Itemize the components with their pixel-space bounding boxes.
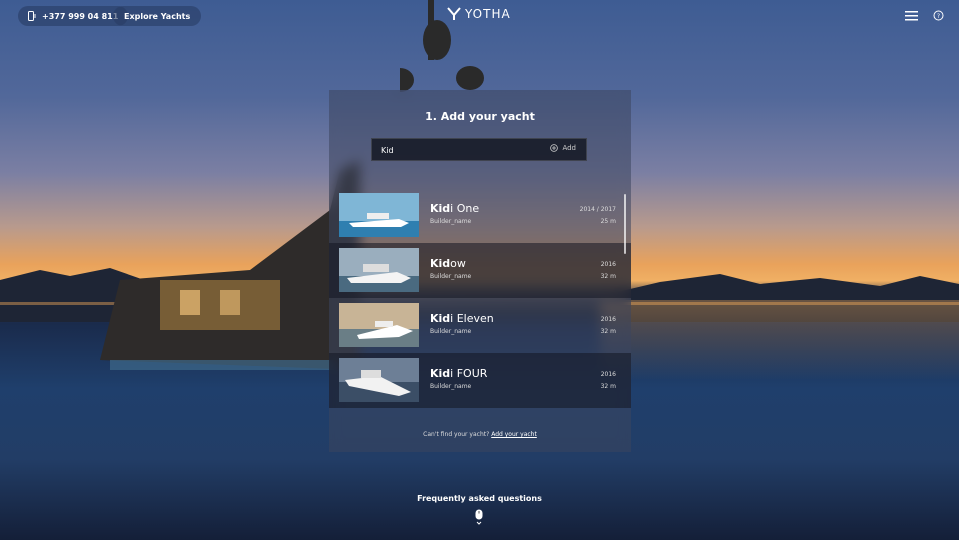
panel-title: 1. Add your yacht [425, 110, 535, 123]
yacht-builder: Builder_name [430, 383, 472, 390]
yacht-name: Kidi Eleven [430, 312, 494, 325]
cant-find-text: Can't find your yacht? [423, 431, 490, 438]
yacht-results-list: Kidi One Builder_name 2014 / 2017 25 m K… [329, 188, 631, 408]
yacht-thumbnail [339, 248, 419, 292]
yacht-search-input[interactable] [381, 143, 531, 157]
yacht-name: Kidi One [430, 202, 480, 215]
help-icon[interactable]: ? [933, 10, 944, 21]
yacht-year: 2014 / 2017 [579, 206, 616, 213]
yacht-result-row[interactable]: Kidi One Builder_name 2014 / 2017 25 m [329, 188, 631, 243]
yacht-builder: Builder_name [430, 328, 472, 335]
menu-icon[interactable] [905, 11, 918, 21]
cant-find-footer: Can't find your yacht? Add your yacht [329, 431, 631, 438]
phone-icon [28, 11, 36, 21]
add-your-yacht-link[interactable]: Add your yacht [491, 431, 537, 438]
yacht-length: 32 m [600, 383, 616, 390]
yacht-builder: Builder_name [430, 218, 472, 225]
yacht-year: 2016 [600, 371, 616, 378]
yacht-year: 2016 [600, 316, 616, 323]
faq-label[interactable]: Frequently asked questions [0, 494, 959, 503]
add-label: Add [562, 144, 576, 152]
yacht-builder: Builder_name [430, 273, 472, 280]
yacht-thumbnail [339, 303, 419, 347]
yacht-result-row[interactable]: Kidi Eleven Builder_name 2016 32 m [329, 298, 631, 353]
brand-name: YOTHA [465, 7, 511, 21]
yacht-search-box: Add [371, 138, 587, 161]
sunset-reflection [600, 300, 959, 380]
add-button[interactable]: Add [550, 144, 576, 152]
yacht-result-row[interactable]: Kidow Builder_name 2016 32 m [329, 243, 631, 298]
yacht-length: 32 m [600, 273, 616, 280]
yacht-silhouette [100, 160, 360, 370]
svg-text:?: ? [937, 13, 940, 20]
scroll-mouse-icon[interactable] [474, 509, 484, 525]
phone-button[interactable]: +377 999 04 811 [18, 6, 129, 26]
explore-yachts-label: Explore Yachts [124, 11, 191, 21]
explore-yachts-button[interactable]: Explore Yachts [113, 6, 202, 26]
phone-number: +377 999 04 811 [42, 11, 119, 21]
yacht-year: 2016 [600, 261, 616, 268]
results-scrollbar[interactable] [624, 194, 626, 254]
add-yacht-panel: 1. Add your yacht Add Kidi One Builder_n… [329, 90, 631, 452]
yacht-result-row[interactable]: Kidi FOUR Builder_name 2016 32 m [329, 353, 631, 408]
plus-circle-icon [550, 144, 559, 152]
logo-mark-icon [447, 7, 461, 20]
yacht-length: 25 m [600, 218, 616, 225]
yacht-length: 32 m [600, 328, 616, 335]
yacht-thumbnail [339, 358, 419, 402]
yacht-name: Kidi FOUR [430, 367, 488, 380]
brand-logo[interactable]: YOTHA [447, 7, 511, 21]
yacht-thumbnail [339, 193, 419, 237]
yacht-name: Kidow [430, 257, 466, 270]
